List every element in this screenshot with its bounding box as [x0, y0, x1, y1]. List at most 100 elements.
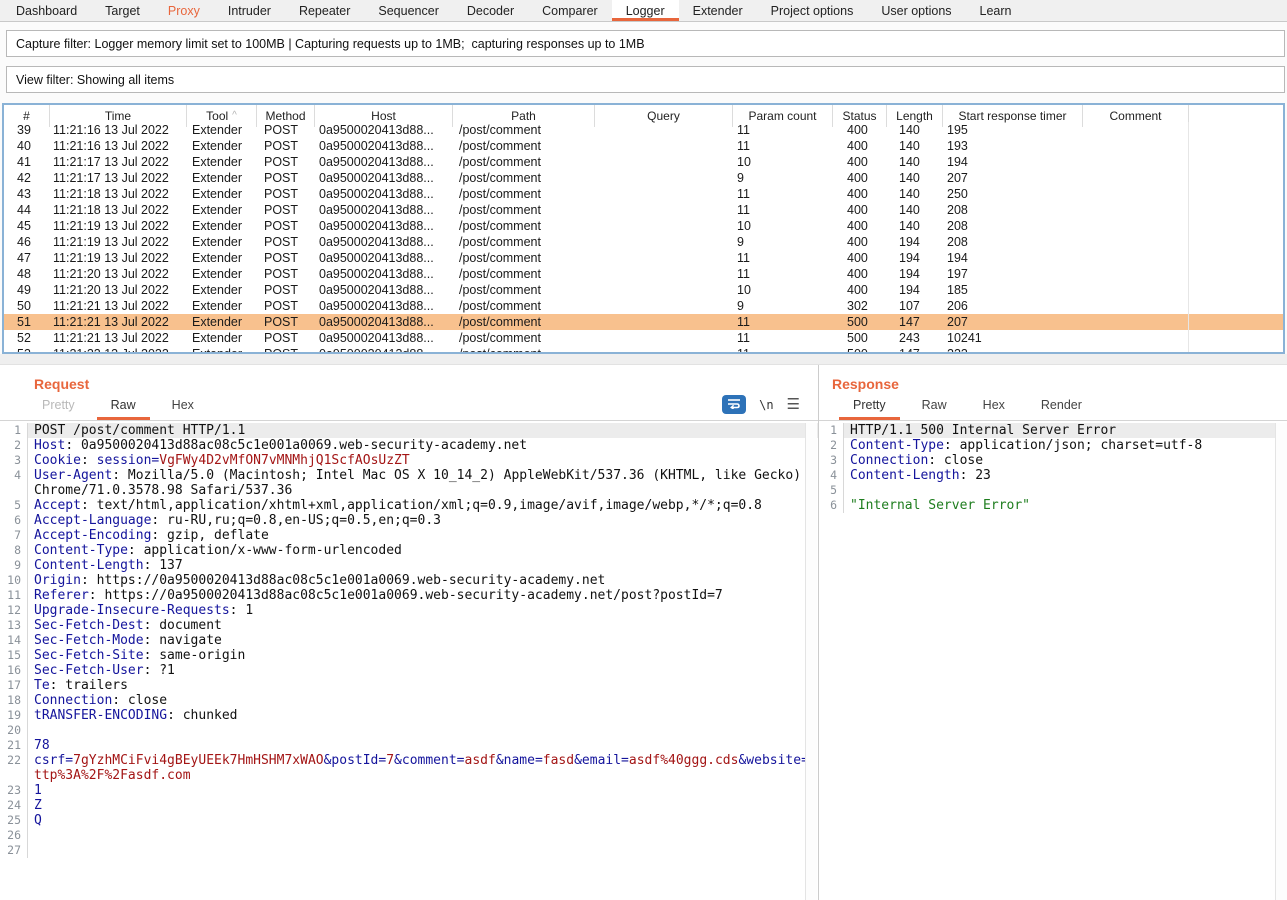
log-row-52[interactable]: 5211:21:21 13 Jul 2022ExtenderPOST0a9500… [4, 330, 1283, 346]
code-line-22: 22csrf=7gYzhMCiFvi4gBEyUEEk7HmHSHM7xWAO&… [0, 753, 818, 783]
cell-path: /post/comment [452, 202, 594, 218]
code-line-21: 2178 [0, 738, 818, 753]
request-panel-title: Request [34, 376, 818, 392]
log-row-41[interactable]: 4111:21:17 13 Jul 2022ExtenderPOST0a9500… [4, 154, 1283, 170]
cell-start-response-timer: 194 [942, 250, 1082, 266]
log-row-46[interactable]: 4611:21:19 13 Jul 2022ExtenderPOST0a9500… [4, 234, 1283, 250]
word-wrap-icon [727, 396, 741, 414]
horizontal-splitter[interactable] [0, 354, 1287, 365]
editor-menu-icon[interactable]: ☰ [787, 397, 800, 412]
cell-time: 11:21:21 13 Jul 2022 [49, 330, 186, 346]
capture-filter-bar[interactable]: Capture filter: Logger memory limit set … [6, 30, 1285, 57]
cell-host: 0a9500020413d88... [314, 202, 452, 218]
line-number: 10 [0, 573, 28, 588]
cell-time: 11:21:19 13 Jul 2022 [49, 234, 186, 250]
cell-status: 400 [832, 250, 886, 266]
cell-comment [1082, 218, 1188, 234]
code-line-13: 13Sec-Fetch-Dest: document [0, 618, 818, 633]
response-tab-raw[interactable]: Raw [904, 398, 965, 420]
word-wrap-button[interactable] [722, 395, 746, 414]
log-row-40[interactable]: 4011:21:16 13 Jul 2022ExtenderPOST0a9500… [4, 138, 1283, 154]
code-line-11: 11Referer: https://0a9500020413d88ac08c5… [0, 588, 818, 603]
cell-method: POST [256, 266, 314, 282]
line-number: 15 [0, 648, 28, 663]
message-editors: Request PrettyRawHex \n ☰ [0, 365, 1287, 900]
cell-start-response-timer: 223 [942, 346, 1082, 354]
tab-learn[interactable]: Learn [966, 0, 1026, 21]
cell-length: 194 [886, 282, 942, 298]
log-row-53[interactable]: 5311:21:22 13 Jul 2022ExtenderPOST0a9500… [4, 346, 1283, 354]
log-row-44[interactable]: 4411:21:18 13 Jul 2022ExtenderPOST0a9500… [4, 202, 1283, 218]
log-row-51[interactable]: 5111:21:21 13 Jul 2022ExtenderPOST0a9500… [4, 314, 1283, 330]
tab-sequencer[interactable]: Sequencer [364, 0, 452, 21]
cell-param-count: 11 [732, 330, 832, 346]
request-tab-hex[interactable]: Hex [154, 398, 212, 420]
cell-method: POST [256, 186, 314, 202]
response-tab-hex[interactable]: Hex [965, 398, 1023, 420]
view-filter-bar[interactable]: View filter: Showing all items [6, 66, 1285, 93]
line-number: 4 [819, 468, 844, 483]
cell-path: /post/comment [452, 218, 594, 234]
cell-start-response-timer: 193 [942, 138, 1082, 154]
cell-time: 11:21:19 13 Jul 2022 [49, 250, 186, 266]
cell-tool: Extender [186, 250, 256, 266]
request-raw-editor[interactable]: 1POST /post/comment HTTP/1.12Host: 0a950… [0, 423, 818, 900]
cell-filler [1188, 250, 1283, 266]
cell-time: 11:21:20 13 Jul 2022 [49, 266, 186, 282]
cell-tool: Extender [186, 346, 256, 354]
log-row-42[interactable]: 4211:21:17 13 Jul 2022ExtenderPOST0a9500… [4, 170, 1283, 186]
response-scrollbar[interactable] [1275, 423, 1287, 900]
cell-length: 147 [886, 346, 942, 354]
response-tab-pretty[interactable]: Pretty [835, 398, 904, 420]
request-scrollbar[interactable] [805, 423, 817, 900]
log-row-48[interactable]: 4811:21:20 13 Jul 2022ExtenderPOST0a9500… [4, 266, 1283, 282]
cell-query [594, 298, 732, 314]
cell-status: 400 [832, 282, 886, 298]
log-row-43[interactable]: 4311:21:18 13 Jul 2022ExtenderPOST0a9500… [4, 186, 1283, 202]
tab-logger[interactable]: Logger [612, 0, 679, 21]
code-line-5: 5 [819, 483, 1287, 498]
cell-query [594, 218, 732, 234]
request-tab-pretty[interactable]: Pretty [24, 398, 93, 420]
log-row-47[interactable]: 4711:21:19 13 Jul 2022ExtenderPOST0a9500… [4, 250, 1283, 266]
cell-comment [1082, 282, 1188, 298]
code-line-19: 19tRANSFER-ENCODING: chunked [0, 708, 818, 723]
log-row-49[interactable]: 4911:21:20 13 Jul 2022ExtenderPOST0a9500… [4, 282, 1283, 298]
log-row-50[interactable]: 5011:21:21 13 Jul 2022ExtenderPOST0a9500… [4, 298, 1283, 314]
cell-start-response-timer: 197 [942, 266, 1082, 282]
cell-: 41 [4, 154, 49, 170]
cell-comment [1082, 298, 1188, 314]
tab-target[interactable]: Target [91, 0, 154, 21]
request-tab-strip: PrettyRawHex \n ☰ [0, 392, 818, 421]
tab-extender[interactable]: Extender [679, 0, 757, 21]
log-row-39[interactable]: 3911:21:16 13 Jul 2022ExtenderPOST0a9500… [4, 122, 1283, 138]
line-number: 2 [819, 438, 844, 453]
cell-param-count: 11 [732, 186, 832, 202]
response-pretty-editor[interactable]: 1HTTP/1.1 500 Internal Server Error2Cont… [819, 423, 1287, 900]
cell-host: 0a9500020413d88... [314, 138, 452, 154]
tab-intruder[interactable]: Intruder [214, 0, 285, 21]
tab-repeater[interactable]: Repeater [285, 0, 364, 21]
tab-comparer[interactable]: Comparer [528, 0, 612, 21]
tab-dashboard[interactable]: Dashboard [2, 0, 91, 21]
newline-toggle-button[interactable]: \n [759, 398, 773, 412]
cell-tool: Extender [186, 314, 256, 330]
tab-proxy[interactable]: Proxy [154, 0, 214, 21]
response-tab-render[interactable]: Render [1023, 398, 1100, 420]
cell-param-count: 9 [732, 298, 832, 314]
line-number: 9 [0, 558, 28, 573]
cell-method: POST [256, 282, 314, 298]
log-row-45[interactable]: 4511:21:19 13 Jul 2022ExtenderPOST0a9500… [4, 218, 1283, 234]
cell-filler [1188, 298, 1283, 314]
tab-user-options[interactable]: User options [867, 0, 965, 21]
cell-comment [1082, 154, 1188, 170]
line-number: 27 [0, 843, 28, 858]
tab-project-options[interactable]: Project options [757, 0, 868, 21]
tab-decoder[interactable]: Decoder [453, 0, 528, 21]
cell-param-count: 11 [732, 250, 832, 266]
request-tab-raw[interactable]: Raw [93, 398, 154, 420]
cell-param-count: 11 [732, 122, 832, 138]
cell-query [594, 346, 732, 354]
cell-host: 0a9500020413d88... [314, 122, 452, 138]
cell-tool: Extender [186, 154, 256, 170]
